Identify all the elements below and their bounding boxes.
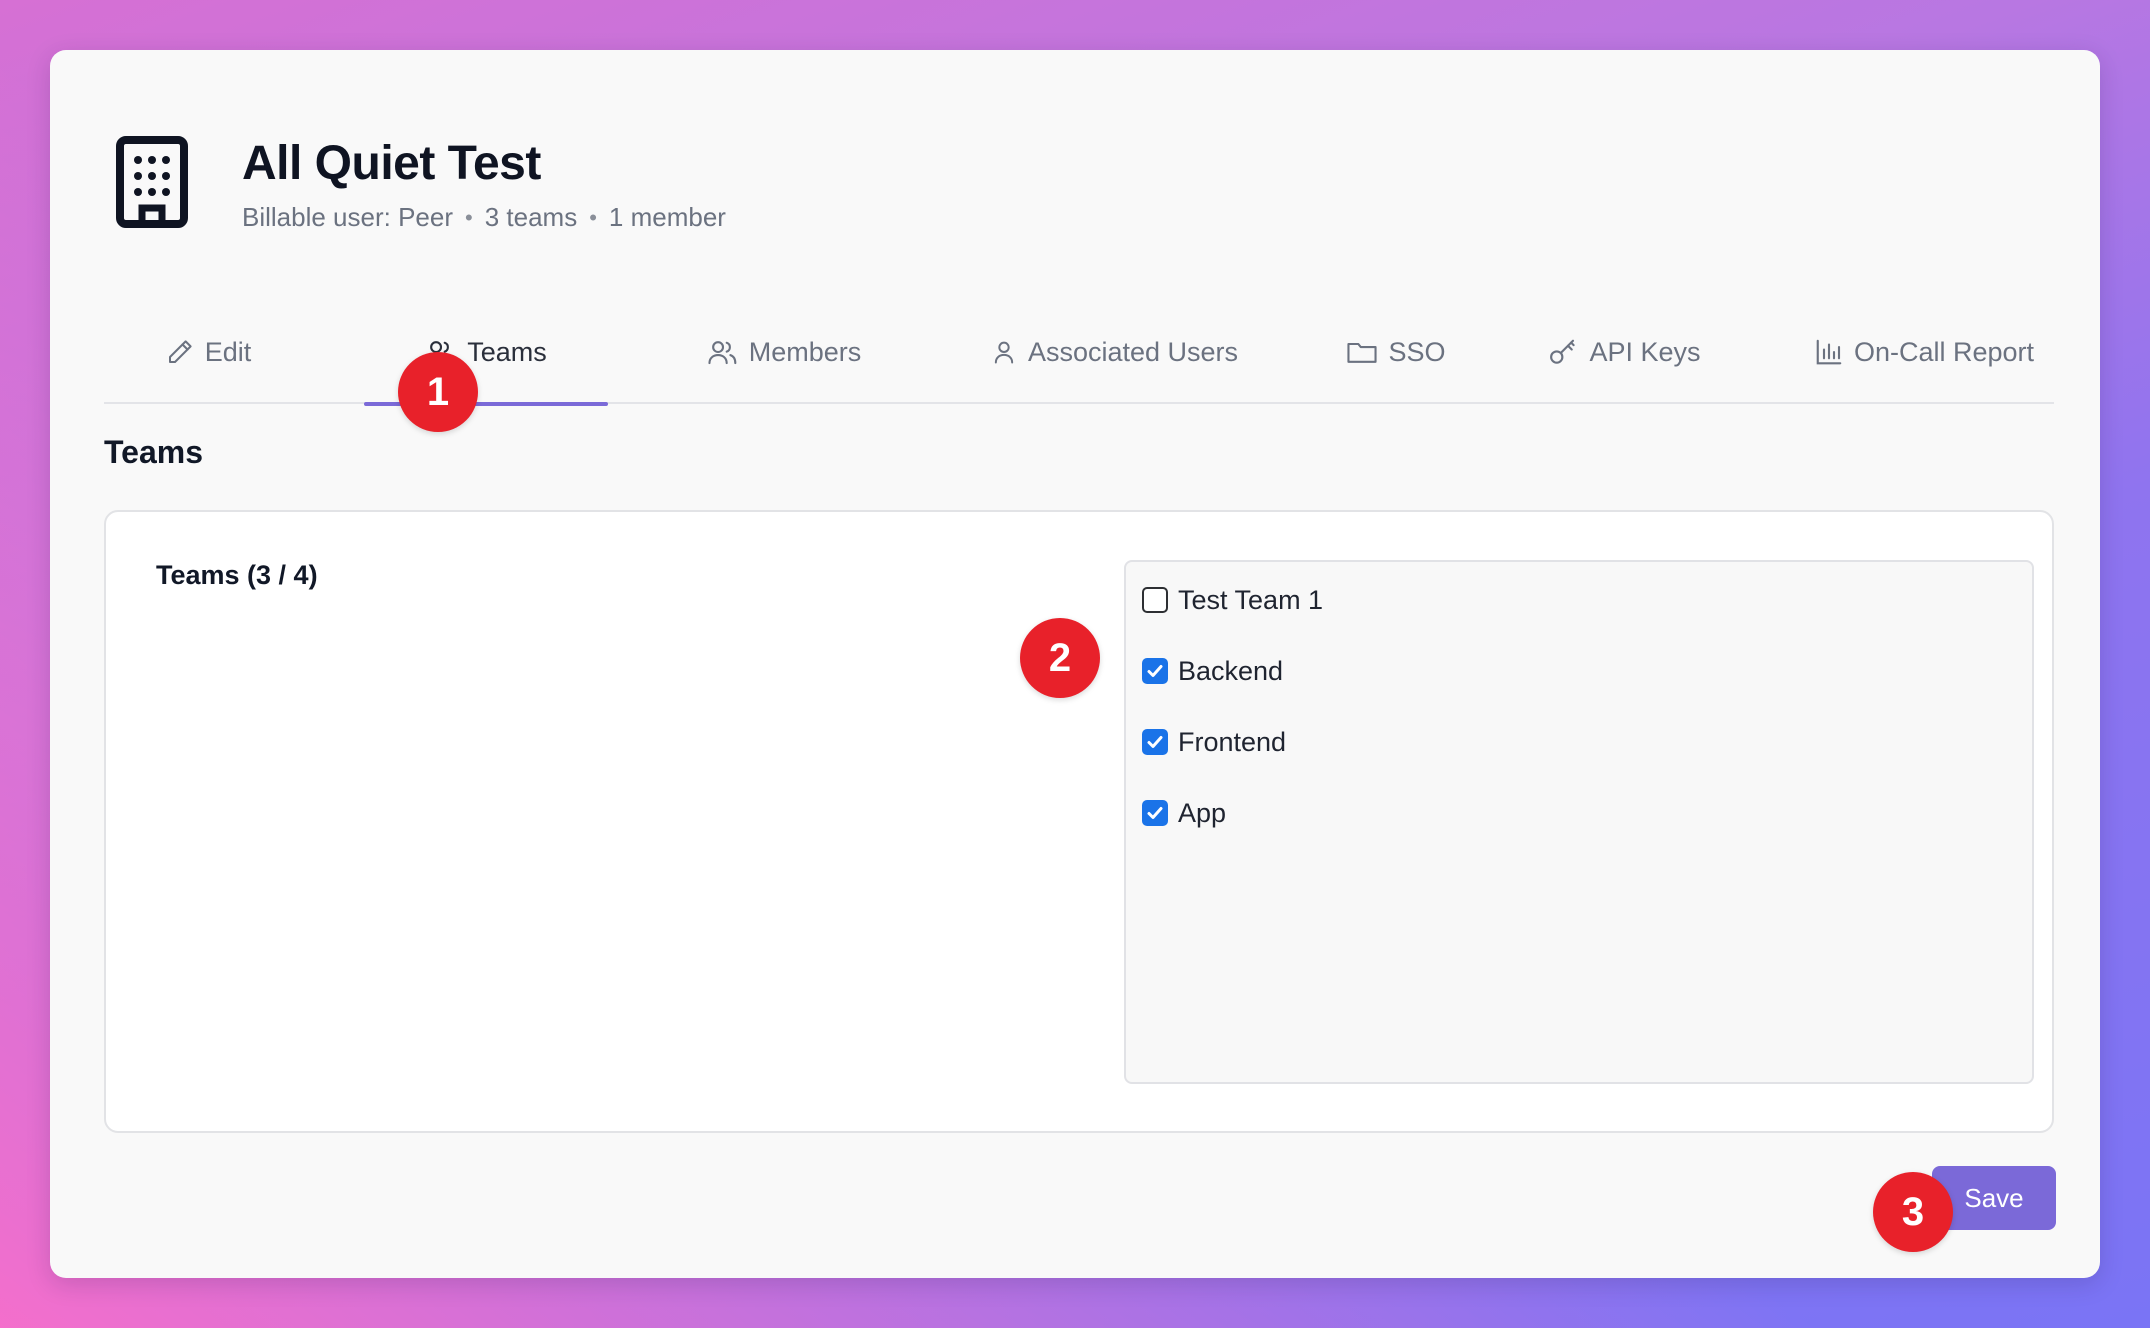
teams-panel: Teams (3 / 4) Test Team 1 Backend Fronte… bbox=[104, 510, 2054, 1133]
folder-icon bbox=[1347, 342, 1378, 363]
tab-label: Members bbox=[748, 336, 862, 367]
list-item[interactable]: App bbox=[1142, 793, 1226, 833]
tab-label: SSO bbox=[1388, 336, 1446, 367]
separator-dot: • bbox=[589, 204, 597, 230]
separator-dot: • bbox=[465, 204, 473, 230]
billable-user: Billable user: Peer bbox=[242, 202, 453, 232]
checkmark-icon bbox=[1147, 665, 1163, 677]
annotation-badge-3: 3 bbox=[1873, 1172, 1953, 1252]
annotation-badge-2: 2 bbox=[1020, 618, 1100, 698]
teams-multiselect[interactable]: Test Team 1 Backend Frontend App bbox=[1124, 560, 2034, 1084]
users-icon bbox=[708, 341, 737, 365]
bar-chart-icon bbox=[1816, 339, 1842, 365]
list-item[interactable]: Backend bbox=[1142, 651, 1283, 691]
tab-label: Edit bbox=[204, 336, 252, 367]
tab-sso[interactable]: SSO bbox=[1316, 300, 1476, 404]
list-item[interactable]: Test Team 1 bbox=[1142, 580, 1323, 620]
checkbox[interactable] bbox=[1142, 729, 1168, 755]
tab-label: Teams bbox=[467, 336, 547, 367]
team-name: App bbox=[1178, 797, 1227, 828]
team-name: Frontend bbox=[1178, 726, 1287, 757]
tab-api-keys[interactable]: API Keys bbox=[1524, 300, 1724, 404]
team-count: 3 teams bbox=[484, 202, 578, 232]
checkbox[interactable] bbox=[1142, 800, 1168, 826]
checkmark-icon bbox=[1147, 736, 1163, 748]
tab-bar: Edit Teams Members Associated Users SSO … bbox=[104, 300, 2054, 406]
checkmark-icon bbox=[1147, 807, 1163, 819]
section-title: Teams bbox=[104, 434, 204, 470]
team-name: Test Team 1 bbox=[1178, 584, 1324, 615]
tab-label: On-Call Report bbox=[1853, 336, 2035, 367]
tab-label: Associated Users bbox=[1027, 336, 1239, 367]
tab-edit[interactable]: Edit bbox=[144, 300, 272, 404]
pencil-icon bbox=[168, 340, 192, 363]
checkbox[interactable] bbox=[1142, 587, 1168, 613]
tab-label: API Keys bbox=[1589, 336, 1701, 367]
tab-on-call-report[interactable]: On-Call Report bbox=[1804, 300, 2044, 404]
page-title: All Quiet Test bbox=[242, 137, 541, 190]
annotation-badge-1: 1 bbox=[398, 352, 478, 432]
tab-members[interactable]: Members bbox=[664, 300, 904, 404]
member-count: 1 member bbox=[608, 202, 726, 232]
user-icon bbox=[994, 341, 1014, 364]
team-name: Backend bbox=[1178, 655, 1284, 686]
org-meta: Billable user: Peer • 3 teams • 1 member bbox=[242, 202, 726, 233]
org-header: All Quiet Test Billable user: Peer • 3 t… bbox=[114, 134, 726, 234]
checkbox[interactable] bbox=[1142, 658, 1168, 684]
list-item[interactable]: Frontend bbox=[1142, 722, 1286, 762]
teams-count-label: Teams (3 / 4) bbox=[156, 560, 318, 590]
key-icon bbox=[1550, 339, 1576, 364]
building-icon bbox=[116, 136, 188, 228]
tab-associated-users[interactable]: Associated Users bbox=[944, 300, 1284, 404]
